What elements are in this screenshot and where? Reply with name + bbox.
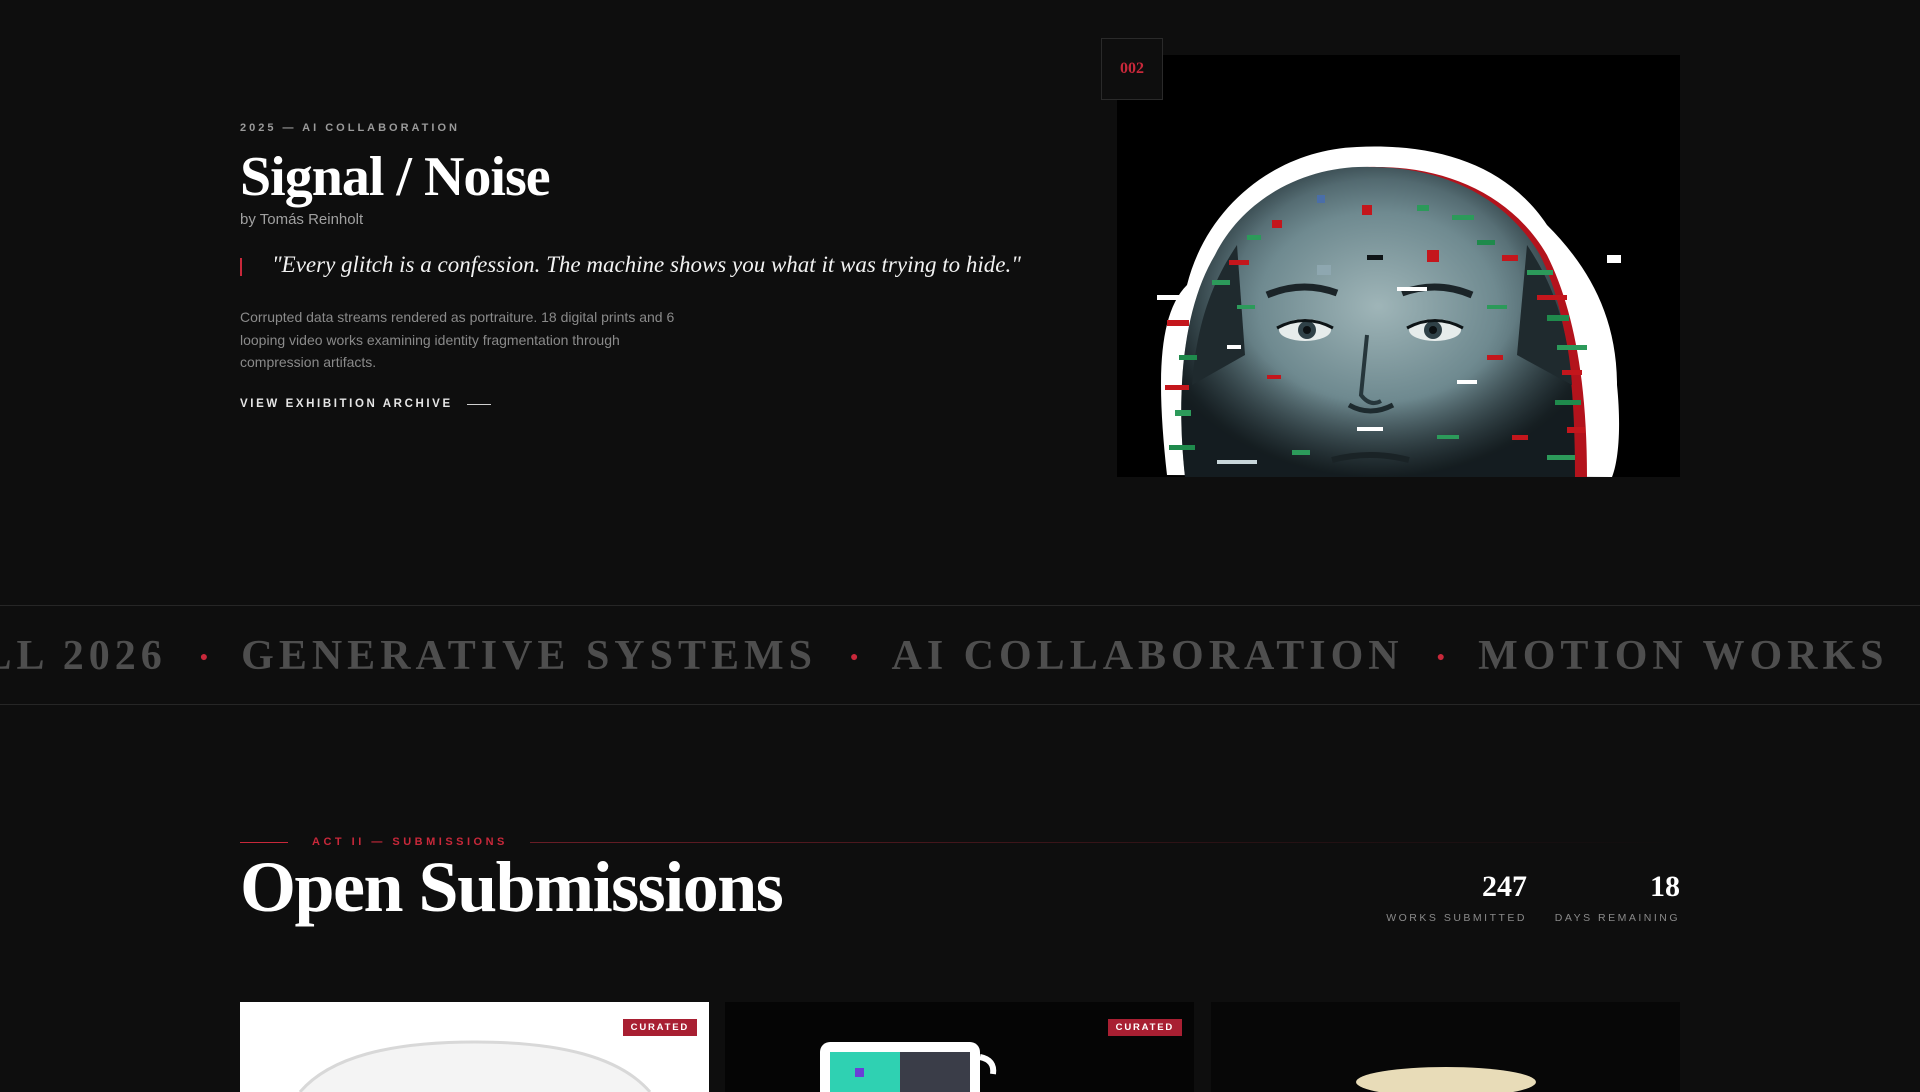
exhibition-artist: by Tomás Reinholt <box>240 211 364 228</box>
archive-link-label: VIEW EXHIBITION ARCHIVE <box>240 398 453 410</box>
submission-card[interactable] <box>1211 1002 1680 1092</box>
exhibition-quote: "Every glitch is a confession. The machi… <box>272 252 1021 277</box>
stat-value: 247 <box>1482 870 1527 903</box>
ticker-item: N CALL 2026 <box>0 633 167 679</box>
act-divider-left <box>240 842 288 843</box>
submission-thumbnail <box>240 1002 709 1092</box>
exhibition-eyebrow: 2025 — AI COLLABORATION <box>240 122 460 134</box>
submission-card[interactable]: CURATED <box>725 1002 1194 1092</box>
act-divider-right <box>530 842 1680 843</box>
exhibition-artwork[interactable] <box>1117 55 1680 477</box>
exhibition-index-badge: 002 <box>1101 38 1163 100</box>
stat-days-remaining: 18 DAYS REMAINING <box>1555 870 1680 924</box>
ticker-dot-icon: ● <box>850 648 859 664</box>
stat-label: DAYS REMAINING <box>1554 912 1680 924</box>
stat-label: WORKS SUBMITTED <box>1386 912 1527 924</box>
exhibition-index-number: 002 <box>1120 60 1144 77</box>
submissions-title: Open Submissions <box>240 847 784 927</box>
ticker-dot-icon: ● <box>1436 648 1446 664</box>
exhibition-title: Signal / Noise <box>240 146 551 208</box>
stat-value: 18 <box>1650 870 1680 903</box>
ticker-dot-icon: ● <box>199 648 209 664</box>
view-exhibition-archive-link[interactable]: VIEW EXHIBITION ARCHIVE <box>240 398 491 410</box>
category-ticker: N CALL 2026 ● GENERATIVE SYSTEMS ● AI CO… <box>0 605 1920 705</box>
ticker-item: AI COLLABORATION <box>891 633 1404 679</box>
arrow-line-icon <box>466 403 491 405</box>
glitch-portrait-image <box>1117 55 1680 477</box>
ticker-item: MOTION WORKS <box>1478 633 1889 679</box>
stat-works-submitted: 247 WORKS SUBMITTED <box>1386 870 1527 924</box>
submission-thumbnail <box>725 1002 1194 1092</box>
submission-thumbnail <box>1211 1002 1680 1092</box>
curated-badge: CURATED <box>622 1019 697 1036</box>
submission-card[interactable]: CURATED <box>240 1002 709 1092</box>
curated-badge: CURATED <box>1107 1019 1182 1036</box>
quote-accent-bar <box>240 258 242 276</box>
ticker-item: GENERATIVE SYSTEMS <box>241 633 818 679</box>
exhibition-description: Corrupted data streams rendered as portr… <box>240 309 675 370</box>
ticker-track: N CALL 2026 ● GENERATIVE SYSTEMS ● AI CO… <box>0 606 1889 704</box>
